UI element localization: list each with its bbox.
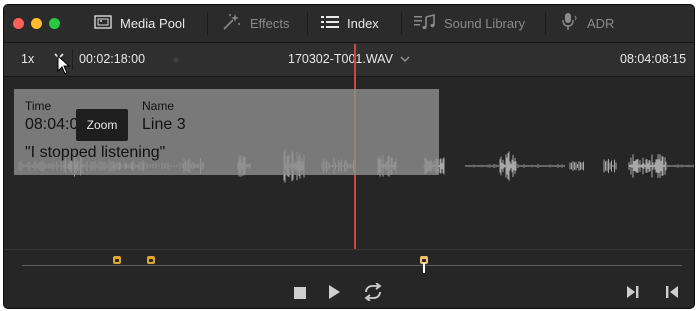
- tab-label: Index: [347, 16, 379, 31]
- tab-label: Effects: [250, 16, 290, 31]
- tab-divider: [401, 12, 402, 35]
- next-marker-icon[interactable]: [626, 285, 640, 304]
- name-label: Name: [142, 99, 175, 113]
- clip-name: 170302-T001.WAV: [288, 52, 393, 66]
- timecode-display: 08:04:08:15: [620, 52, 687, 66]
- media-pool-icon: [94, 14, 112, 33]
- tab-divider: [307, 12, 308, 35]
- waveform-viewer[interactable]: Time 08:04:08:15 Name Line 3 "I stopped …: [4, 44, 694, 249]
- close-window-button[interactable]: [13, 18, 24, 29]
- chevron-down-icon: [400, 56, 410, 62]
- sync-dot-icon: [172, 53, 180, 67]
- panel-tab-bar: Media Pool Effects Index Sound Library A…: [4, 5, 694, 43]
- zoom-tooltip: Zoom: [76, 109, 128, 141]
- microphone-icon: [561, 12, 579, 35]
- mouse-pointer-icon: [57, 54, 71, 80]
- tab-media-pool[interactable]: Media Pool: [94, 5, 185, 42]
- marker-info-overlay: Time 08:04:08:15 Name Line 3 "I stopped …: [14, 89, 439, 175]
- name-value: Line 3: [142, 116, 186, 133]
- toolbar-divider: [72, 49, 73, 70]
- viewer-toolbar: 1x 00:02:18:00 170302-T001.WAV 08:04:08:…: [4, 43, 694, 77]
- stop-icon[interactable]: [294, 286, 306, 304]
- timeline-position-indicator[interactable]: [423, 263, 425, 273]
- transport-controls: [4, 275, 694, 308]
- tooltip-text: Zoom: [86, 118, 118, 132]
- duration-display: 00:02:18:00: [79, 52, 146, 66]
- marker-note: "I stopped listening": [25, 144, 166, 161]
- sound-library-icon: [414, 13, 436, 33]
- marker-flag[interactable]: [147, 256, 155, 264]
- marker-flag[interactable]: [113, 256, 121, 264]
- previous-marker-icon[interactable]: [665, 285, 679, 304]
- tab-adr[interactable]: ADR: [561, 5, 614, 42]
- clip-name-dropdown[interactable]: 170302-T001.WAV: [288, 52, 410, 66]
- timeline-track: [22, 265, 682, 266]
- loop-icon[interactable]: [362, 282, 384, 306]
- tab-divider: [545, 12, 546, 35]
- zoom-level-value[interactable]: 1x: [21, 52, 34, 66]
- marker-timeline[interactable]: [4, 249, 694, 275]
- tab-label: Media Pool: [120, 16, 186, 31]
- tab-effects[interactable]: Effects: [222, 5, 290, 42]
- minimize-window-button[interactable]: [31, 18, 42, 29]
- audio-viewer-window: Media Pool Effects Index Sound Library A…: [3, 4, 695, 309]
- index-list-icon: [321, 15, 339, 32]
- tab-label: ADR: [587, 16, 615, 31]
- tab-label: Sound Library: [444, 16, 525, 31]
- effects-wand-icon: [222, 13, 242, 34]
- time-label: Time: [25, 99, 52, 113]
- maximize-window-button[interactable]: [49, 18, 60, 29]
- tab-divider: [207, 12, 208, 35]
- tab-sound-library[interactable]: Sound Library: [414, 5, 525, 42]
- tab-index[interactable]: Index: [321, 5, 379, 42]
- play-icon[interactable]: [328, 285, 340, 304]
